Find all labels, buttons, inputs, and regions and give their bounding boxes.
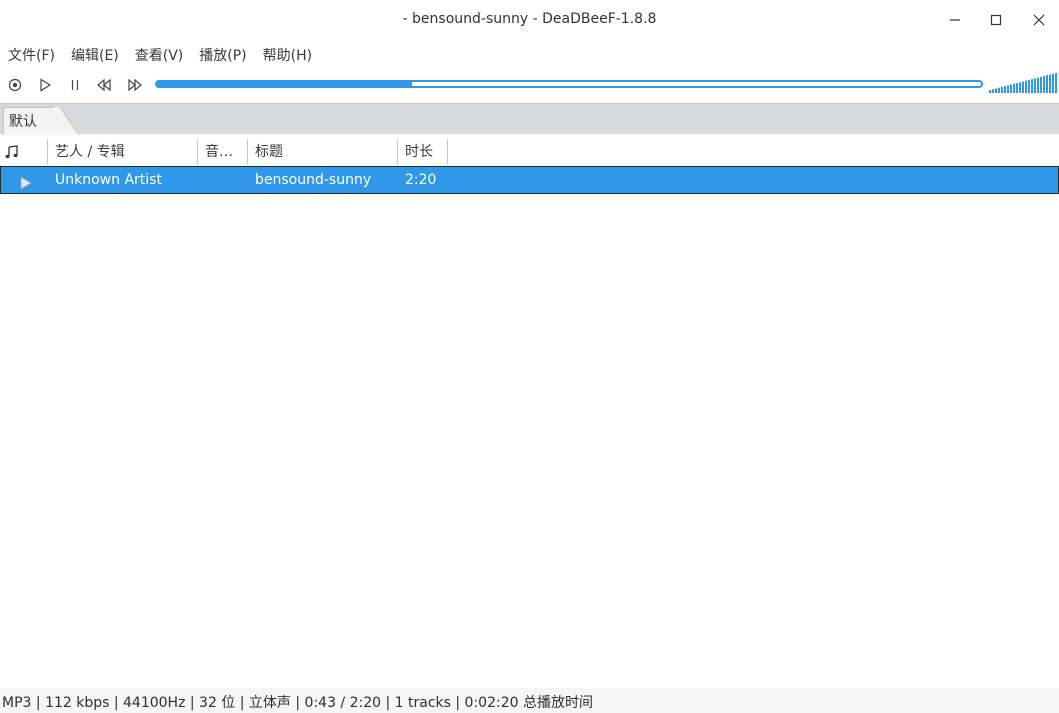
menu-help[interactable]: 帮助(H) (255, 43, 320, 69)
pause-icon (71, 80, 79, 90)
minimize-button[interactable] (940, 8, 970, 32)
volume-step (1046, 75, 1048, 93)
seek-progress (157, 82, 413, 86)
menu-view[interactable]: 查看(V) (127, 43, 192, 69)
volume-step (1004, 86, 1006, 93)
volume-step (1037, 77, 1039, 93)
column-track-number[interactable]: 音… (198, 139, 248, 165)
volume-step (989, 90, 991, 93)
title-bar: - bensound-sunny - DeaDBeeF-1.8.8 (0, 0, 1059, 40)
track-title: bensound-sunny (255, 172, 372, 188)
minimize-icon (950, 19, 960, 21)
menu-file[interactable]: 文件(F) (0, 43, 63, 69)
playlist-header: 艺人 / 专辑 音… 标题 时长 (0, 139, 1059, 165)
table-row[interactable]: Unknown Artist bensound-sunny 2:20 (0, 166, 1059, 194)
tab-edge (54, 107, 80, 135)
stop-icon (8, 78, 22, 92)
music-note-icon (5, 145, 18, 159)
volume-step (1034, 78, 1036, 93)
status-bar: MP3 | 112 kbps | 44100Hz | 32 位 | 立体声 | … (0, 688, 1059, 713)
volume-step (1028, 79, 1030, 93)
seek-bar[interactable] (155, 80, 983, 88)
volume-step (1010, 84, 1012, 93)
playing-indicator (19, 173, 33, 190)
close-icon (1033, 14, 1045, 26)
volume-step (1013, 83, 1015, 93)
maximize-button[interactable] (981, 8, 1011, 32)
volume-step (998, 87, 1000, 93)
status-text: MP3 | 112 kbps | 44100Hz | 32 位 | 立体声 | … (2, 695, 593, 711)
volume-step (1055, 73, 1057, 93)
volume-step (1043, 76, 1045, 93)
volume-step (1049, 74, 1051, 93)
volume-step (1052, 73, 1054, 93)
previous-icon (97, 78, 111, 92)
track-artist: Unknown Artist (55, 172, 162, 188)
volume-step (1025, 80, 1027, 93)
menu-playback[interactable]: 播放(P) (191, 43, 254, 69)
previous-button[interactable] (95, 77, 113, 93)
volume-step (1019, 82, 1021, 93)
maximize-icon (990, 14, 1002, 26)
menu-edit[interactable]: 编辑(E) (63, 43, 127, 69)
menu-bar: 文件(F) 编辑(E) 查看(V) 播放(P) 帮助(H) (0, 43, 320, 69)
column-duration[interactable]: 时长 (398, 139, 448, 165)
volume-step (1001, 86, 1003, 93)
volume-step (1016, 83, 1018, 93)
stop-button[interactable] (6, 77, 24, 93)
volume-step (1040, 76, 1042, 93)
window-title: - bensound-sunny - DeaDBeeF-1.8.8 (402, 11, 657, 27)
track-duration: 2:20 (405, 172, 437, 188)
next-button[interactable] (126, 77, 144, 93)
close-button[interactable] (1024, 8, 1054, 32)
volume-bar[interactable] (989, 73, 1057, 93)
volume-step (992, 89, 994, 93)
column-playing[interactable] (0, 139, 48, 165)
volume-step (1031, 79, 1033, 93)
tab-default[interactable]: 默认 (3, 107, 55, 135)
pause-button[interactable] (66, 77, 84, 93)
volume-step (1022, 81, 1024, 93)
playlist-tab-strip: 默认 (0, 103, 1059, 135)
play-button[interactable] (36, 77, 54, 93)
next-icon (128, 78, 142, 92)
playing-triangle-icon (20, 176, 32, 190)
column-title[interactable]: 标题 (248, 139, 398, 165)
play-icon (40, 78, 52, 92)
volume-step (1007, 85, 1009, 93)
column-artist-album[interactable]: 艺人 / 专辑 (48, 139, 198, 165)
volume-step (995, 88, 997, 93)
